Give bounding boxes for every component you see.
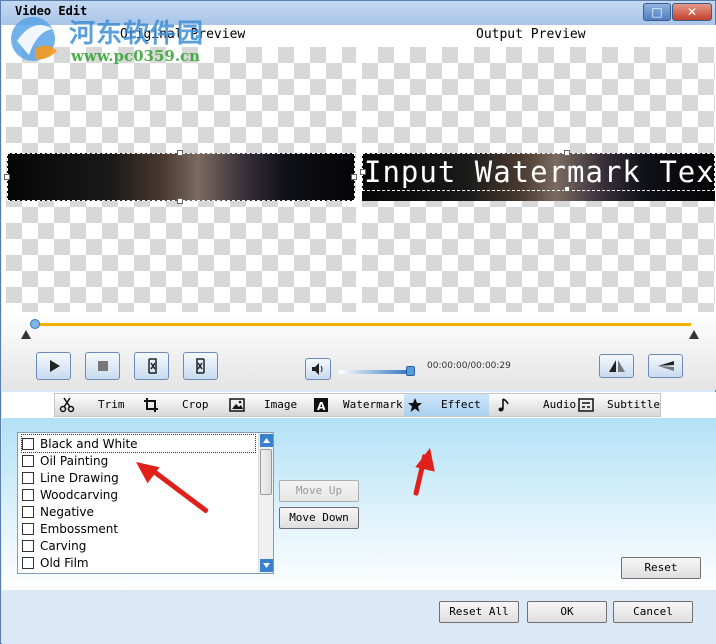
mark-out-icon [195,358,205,374]
watermark-logo-icon [11,17,57,61]
crop-icon [144,398,158,412]
resize-handle[interactable] [351,174,357,180]
flip-vertical-button[interactable] [648,354,683,378]
chevron-down-icon [263,563,270,568]
close-button[interactable]: ✕ [672,3,712,21]
tab-label: Crop [182,398,209,411]
checkbox[interactable] [22,539,34,552]
resize-handle[interactable] [177,150,183,156]
effect-list[interactable]: Black and White Oil Painting Line Drawin… [17,432,274,574]
effect-label: Negative [40,504,94,519]
maximize-icon: □ [651,5,663,19]
scrollbar-thumb[interactable] [260,449,272,495]
reset-all-button[interactable]: Reset All [439,601,519,623]
effect-item-old-film[interactable]: Old Film [22,554,255,571]
star-icon [408,398,422,412]
maximize-button[interactable]: □ [643,3,671,21]
progress-thumb[interactable] [30,319,40,329]
scroll-down-button[interactable] [260,559,273,572]
checkbox[interactable] [22,505,34,518]
effect-label: Carving [40,538,87,553]
trim-start-marker[interactable] [21,330,31,339]
dialog-footer: Reset All OK Cancel [2,590,716,644]
flip-horizontal-icon [608,360,625,372]
effect-item-black-and-white[interactable]: Black and White [21,434,256,453]
scroll-up-button[interactable] [260,434,273,447]
tab-strip: Trim Crop Image A Watermark Effect Audio [54,393,661,417]
trim-end-marker[interactable] [689,330,699,339]
speaker-icon [312,363,323,375]
play-button[interactable] [36,352,71,380]
volume-thumb[interactable] [406,366,415,376]
watermark-logo-url: www.pc0359.cn [71,47,201,65]
volume-button[interactable] [305,358,331,380]
checkbox[interactable] [22,522,34,535]
checkbox[interactable] [22,471,34,484]
preview-area: Original Preview Output Preview Input Wa… [2,25,716,329]
watermark-text[interactable]: Input Watermark Text [364,155,716,189]
checkbox[interactable] [22,556,34,569]
tab-subtitle[interactable]: Subtitle [575,394,661,416]
watermark-logo-text: 河东软件园 [69,19,205,49]
svg-text:A: A [317,400,326,413]
effect-item-negative[interactable]: Negative [22,503,255,520]
resize-handle[interactable] [4,174,10,180]
volume-slider[interactable] [339,370,411,374]
close-icon: ✕ [686,5,698,19]
time-display: 00:00:00/00:00:29 [427,361,511,371]
chevron-up-icon [263,438,270,443]
tab-watermark[interactable]: A Watermark [301,394,404,416]
effect-label: Line Drawing [40,470,119,485]
stop-button[interactable] [85,352,120,380]
scissors-icon [59,397,75,413]
tab-label: Effect [441,398,481,411]
flip-horizontal-button[interactable] [599,354,634,378]
tab-effect[interactable]: Effect [404,394,489,416]
tab-image[interactable]: Image [217,394,301,416]
checkbox[interactable] [22,454,34,467]
tab-bar: Trim Crop Image A Watermark Effect Audio [2,392,716,418]
flip-vertical-icon [657,361,674,371]
stop-icon [97,361,108,371]
watermark-icon: A [314,398,328,413]
play-icon [49,360,60,372]
tab-trim[interactable]: Trim [55,394,137,416]
crop-selection[interactable] [7,153,355,201]
move-up-button[interactable]: Move Up [279,480,359,502]
tab-label: Image [264,398,298,411]
effect-label: Woodcarving [40,487,119,502]
image-icon [229,398,245,412]
effect-list-scrollbar[interactable] [258,433,273,573]
effect-label: Old Film [40,555,89,570]
resize-handle[interactable] [177,198,183,204]
effect-label: Black and White [40,436,138,451]
mark-in-icon [147,358,157,374]
cancel-button[interactable]: Cancel [613,601,693,623]
ok-button[interactable]: OK [527,601,607,623]
checkbox[interactable] [22,437,34,450]
move-down-button[interactable]: Move Down [279,507,359,529]
subtitle-icon [578,398,594,412]
output-preview-label: Output Preview [476,27,586,42]
tab-crop[interactable]: Crop [137,394,217,416]
tab-audio[interactable]: Audio [489,394,577,416]
timeline-bar: 00:00:00/00:00:29 [2,312,716,390]
tab-label: Subtitle [607,398,660,411]
tab-label: Watermark [343,398,403,411]
tab-label: Audio [543,398,577,411]
set-end-button[interactable] [183,352,218,380]
tab-label: Trim [98,398,125,411]
music-note-icon [498,398,509,412]
set-start-button[interactable] [134,352,169,380]
effect-item-woodcarving[interactable]: Woodcarving [22,486,255,503]
reset-button[interactable]: Reset [621,557,701,579]
effect-item-embossment[interactable]: Embossment [22,520,255,537]
effect-label: Oil Painting [40,453,109,468]
effect-item-carving[interactable]: Carving [22,537,255,554]
progress-track[interactable] [34,323,691,326]
effect-panel: Black and White Oil Painting Line Drawin… [2,418,716,590]
video-edit-window: Video Edit □ ✕ Original Preview Output P… [0,0,716,644]
checkbox[interactable] [22,488,34,501]
effect-label: Embossment [40,521,119,536]
